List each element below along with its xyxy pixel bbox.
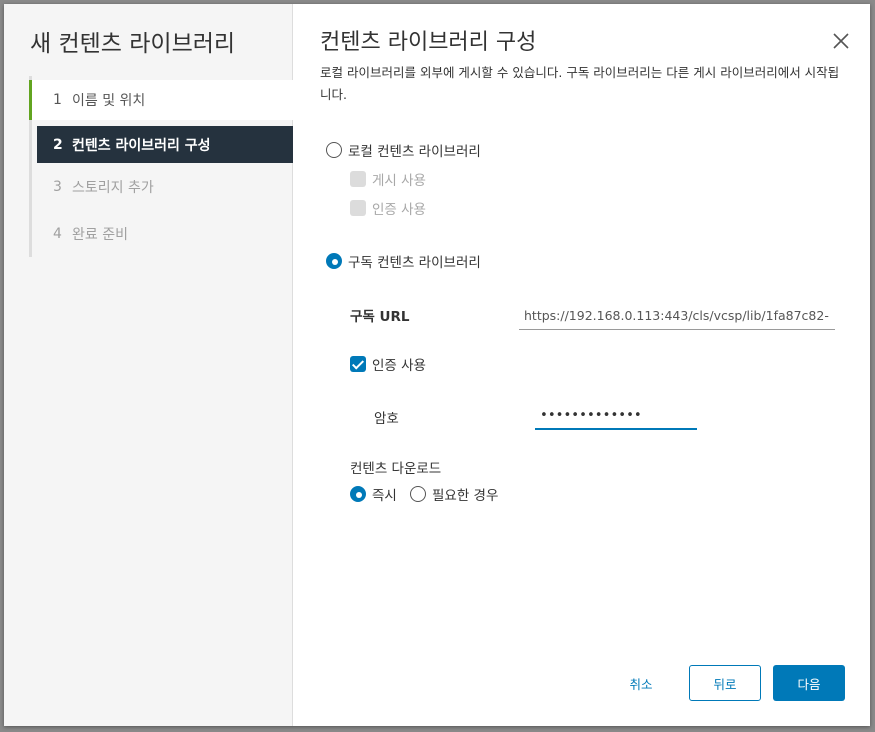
step-label: 완료 준비	[72, 226, 128, 243]
page-title: 컨텐츠 라이브러리 구성	[320, 30, 537, 55]
subscribed-library-label: 구독 컨텐츠 라이브러리	[348, 255, 481, 271]
download-immediate-radio[interactable]	[350, 486, 366, 502]
step-number: 3	[53, 178, 62, 195]
step-label: 스토리지 추가	[72, 179, 154, 196]
step-add-storage: 3 스토리지 추가	[32, 163, 293, 210]
subscribed-library-option[interactable]: 구독 컨텐츠 라이브러리	[326, 251, 481, 271]
wizard-title: 새 컨텐츠 라이브러리	[30, 31, 236, 57]
publish-checkbox	[350, 171, 366, 187]
subscription-url-label: 구독 URL	[350, 309, 410, 325]
local-auth-option: 인증 사용	[350, 198, 426, 218]
cancel-button[interactable]: 취소	[617, 665, 665, 701]
content-download-label: 컨텐츠 다운로드	[350, 461, 442, 477]
local-library-radio[interactable]	[326, 142, 342, 158]
step-ready-to-complete: 4 완료 준비	[32, 210, 293, 257]
step-label: 이름 및 위치	[72, 93, 146, 109]
step-label: 컨텐츠 라이브러리 구성	[72, 137, 211, 154]
step-number: 4	[53, 225, 62, 242]
local-auth-label: 인증 사용	[372, 202, 426, 218]
publish-label: 게시 사용	[372, 173, 426, 189]
password-label: 암호	[374, 411, 399, 427]
close-icon[interactable]	[832, 32, 850, 50]
wizard-sidebar: 새 컨텐츠 라이브러리 1 이름 및 위치 2 컨텐츠 라이브러리 구성 3 스…	[4, 4, 293, 726]
password-input[interactable]	[535, 402, 697, 430]
subscribed-auth-option[interactable]: 인증 사용	[350, 354, 426, 374]
local-library-label: 로컬 컨텐츠 라이브러리	[348, 144, 481, 160]
download-on-demand-option[interactable]: 필요한 경우	[410, 484, 498, 504]
step-number: 1	[53, 92, 62, 108]
wizard-steps: 1 이름 및 위치 2 컨텐츠 라이브러리 구성 3 스토리지 추가 4 완료 …	[29, 76, 293, 257]
page-description: 로컬 라이브러리를 외부에 게시할 수 있습니다. 구독 라이브러리는 다른 게…	[320, 65, 840, 102]
download-on-demand-label: 필요한 경우	[432, 488, 499, 504]
subscription-url-input[interactable]	[519, 302, 835, 330]
download-immediate-option[interactable]: 즉시	[350, 484, 397, 504]
download-immediate-label: 즉시	[372, 488, 397, 504]
local-library-option[interactable]: 로컬 컨텐츠 라이브러리	[326, 140, 481, 160]
local-auth-checkbox	[350, 200, 366, 216]
subscribed-auth-checkbox[interactable]	[350, 356, 366, 372]
step-name-location[interactable]: 1 이름 및 위치	[29, 80, 293, 120]
new-content-library-dialog: 새 컨텐츠 라이브러리 1 이름 및 위치 2 컨텐츠 라이브러리 구성 3 스…	[4, 4, 870, 726]
subscribed-library-radio[interactable]	[326, 253, 342, 269]
back-button[interactable]: 뒤로	[689, 665, 761, 701]
next-button[interactable]: 다음	[773, 665, 845, 701]
step-number: 2	[53, 136, 63, 153]
wizard-content: 컨텐츠 라이브러리 구성 로컬 라이브러리를 외부에 게시할 수 있습니다. 구…	[294, 4, 870, 726]
subscribed-auth-label: 인증 사용	[372, 358, 426, 374]
step-configure-library[interactable]: 2 컨텐츠 라이브러리 구성	[37, 126, 293, 163]
local-publish-option: 게시 사용	[350, 169, 426, 189]
download-on-demand-radio[interactable]	[410, 486, 426, 502]
